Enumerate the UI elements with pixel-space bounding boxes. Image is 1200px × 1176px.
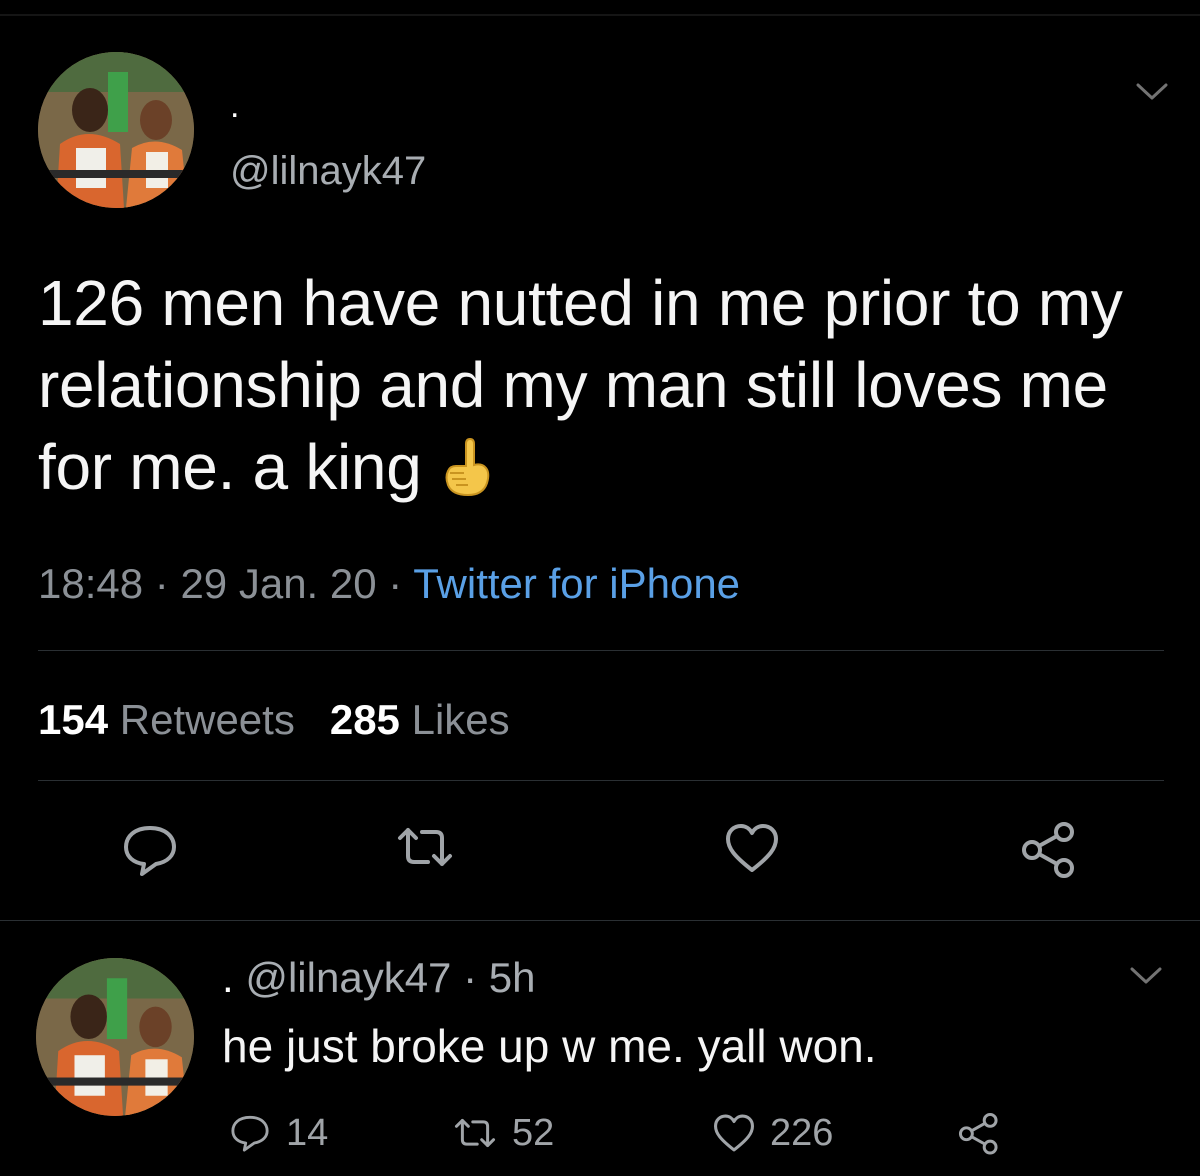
retweets-label: Retweets	[119, 696, 295, 743]
reply-display-name[interactable]: .	[222, 954, 234, 1001]
tweet-body: 126 men have nutted in me prior to my re…	[38, 267, 1123, 503]
tweet-text: 126 men have nutted in me prior to my re…	[38, 262, 1138, 516]
retweet-action[interactable]: 52	[452, 1110, 554, 1156]
tweet-date: 29 Jan. 20	[180, 560, 377, 607]
likes-label: Likes	[411, 696, 510, 743]
reply-text: he just broke up w me. yall won.	[222, 1020, 877, 1072]
divider	[38, 780, 1164, 781]
divider	[0, 920, 1200, 921]
reply-icon	[231, 1115, 269, 1152]
handle[interactable]: @lilnayk47	[230, 146, 426, 196]
like-icon[interactable]	[724, 822, 780, 879]
divider	[38, 650, 1164, 651]
pointing-up-hand-icon	[440, 434, 492, 516]
reply-age: 5h	[488, 954, 536, 1001]
chevron-down-icon[interactable]	[1128, 964, 1164, 993]
reply-count: 14	[286, 1112, 329, 1154]
share-icon[interactable]	[956, 1110, 1002, 1156]
reply-handle[interactable]: @lilnayk47	[245, 954, 451, 1001]
like-action[interactable]: 226	[712, 1110, 833, 1156]
retweet-icon	[454, 1118, 496, 1148]
retweets-count: 154	[38, 696, 109, 743]
like-icon	[714, 1114, 754, 1152]
retweet-icon[interactable]	[394, 822, 456, 877]
avatar[interactable]	[36, 958, 194, 1116]
like-count: 226	[770, 1112, 834, 1154]
likes-count: 285	[329, 696, 400, 743]
reply-separator: ·	[463, 954, 478, 1001]
share-icon[interactable]	[1018, 818, 1080, 885]
tweet-source-link[interactable]: Twitter for iPhone	[413, 560, 740, 607]
tweet-time: 18:48	[38, 560, 144, 607]
retweets-stat[interactable]: 154 Retweets	[38, 696, 295, 743]
avatar[interactable]	[38, 52, 194, 208]
tweet-stats: 154 Retweets 285 Likes	[38, 694, 510, 746]
meta-separator: ·	[154, 560, 169, 607]
reply-action[interactable]: 14	[228, 1110, 328, 1156]
meta-separator: ·	[388, 560, 403, 607]
display-name[interactable]: .	[230, 86, 239, 126]
reply-icon[interactable]	[120, 822, 180, 883]
retweet-count: 52	[512, 1112, 555, 1154]
likes-stat[interactable]: 285 Likes	[330, 696, 510, 743]
tweet-meta: 18:48 · 29 Jan. 20 · Twitter for iPhone	[38, 556, 740, 612]
chevron-down-icon[interactable]	[1134, 80, 1170, 109]
reply-header: . @lilnayk47 · 5h	[222, 948, 535, 1008]
top-divider	[0, 14, 1200, 16]
